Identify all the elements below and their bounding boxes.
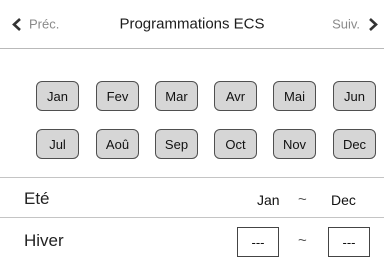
month-button-aou[interactable]: Aoû — [96, 129, 139, 159]
month-button-mai[interactable]: Mai — [273, 81, 316, 111]
month-button-jun[interactable]: Jun — [333, 81, 376, 111]
chevron-right-icon — [366, 17, 380, 31]
month-button-oct[interactable]: Oct — [214, 129, 257, 159]
winter-label: Hiver — [24, 231, 64, 250]
summer-range-separator: ~ — [298, 191, 307, 208]
next-label: Suiv. — [332, 16, 360, 32]
winter-end-field[interactable]: --- — [328, 227, 370, 257]
month-button-fev[interactable]: Fev — [96, 81, 139, 111]
row-divider — [0, 217, 384, 218]
month-button-mar[interactable]: Mar — [155, 81, 198, 111]
month-button-nov[interactable]: Nov — [273, 129, 316, 159]
header-bar: Préc. Programmations ECS Suiv. — [0, 0, 384, 48]
winter-start-field[interactable]: --- — [237, 227, 279, 257]
section-divider — [0, 177, 384, 178]
page-title: Programmations ECS — [119, 15, 265, 33]
summer-start-value[interactable]: Jan — [257, 192, 280, 208]
winter-range-separator: ~ — [298, 232, 307, 249]
month-button-avr[interactable]: Avr — [214, 81, 257, 111]
month-button-jan[interactable]: Jan — [36, 81, 79, 111]
summer-label: Eté — [24, 189, 50, 208]
summer-end-value[interactable]: Dec — [331, 192, 356, 208]
month-button-dec[interactable]: Dec — [333, 129, 376, 159]
month-button-jul[interactable]: Jul — [36, 129, 79, 159]
header-divider — [0, 48, 384, 49]
month-button-sep[interactable]: Sep — [155, 129, 198, 159]
next-button[interactable]: Suiv. — [332, 17, 380, 32]
